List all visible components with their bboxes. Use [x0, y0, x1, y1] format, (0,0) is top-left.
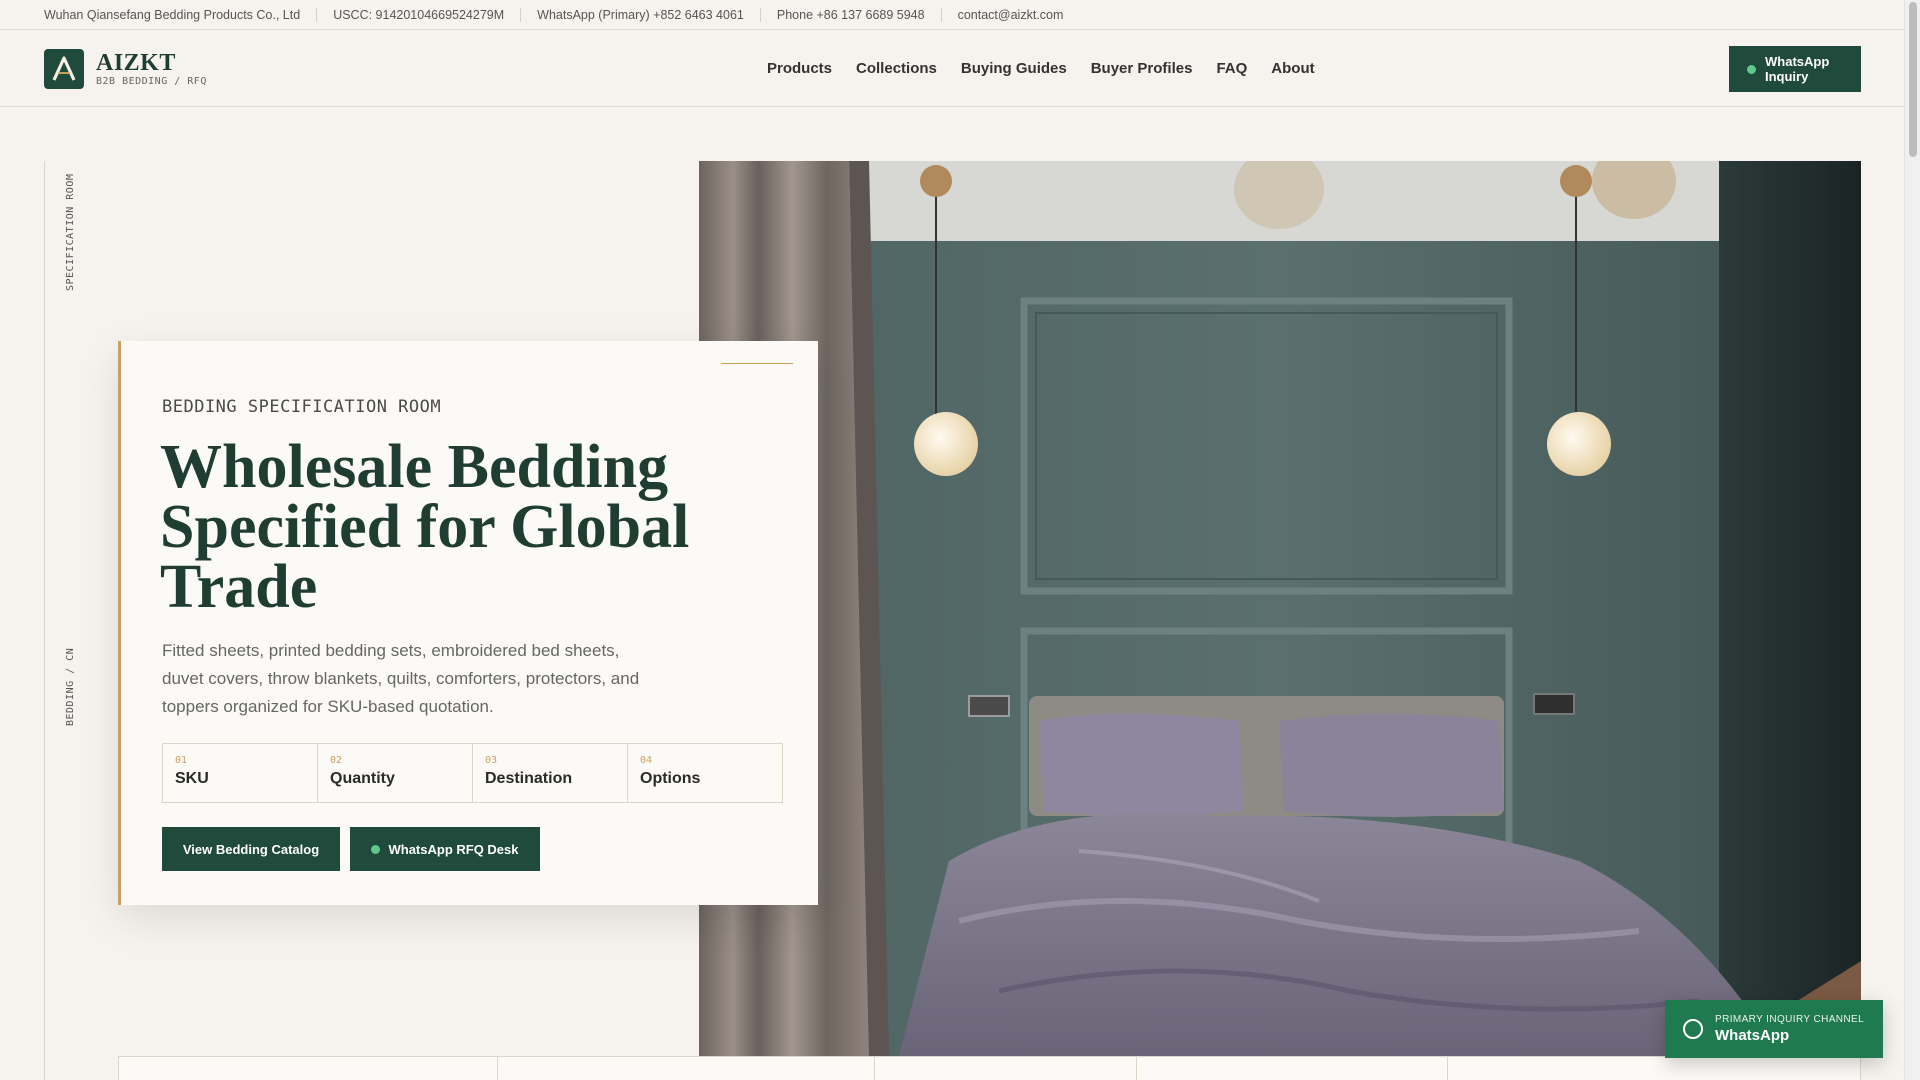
nav-products[interactable]: Products	[767, 60, 832, 77]
step-number: 03	[485, 755, 498, 766]
whatsapp-inquiry-label: WhatsApp Inquiry	[1765, 54, 1830, 84]
logo-icon[interactable]	[44, 49, 84, 89]
whatsapp-rfq-label: WhatsApp RFQ Desk	[388, 841, 519, 857]
step-label: Destination	[485, 770, 573, 787]
hero-bedroom-image	[699, 161, 1861, 1056]
whatsapp-inquiry-button[interactable]: WhatsApp Inquiry	[1729, 46, 1861, 92]
step-sku: 01 SKU	[163, 744, 317, 802]
brand-tagline: B2B BEDDING / RFQ	[96, 76, 207, 87]
step-destination: 03 Destination	[472, 744, 627, 802]
card-accent-line	[721, 363, 793, 364]
rfq-steps: 01 SKU 02 Quantity 03 Destination 04 Opt…	[162, 743, 783, 803]
left-rail-line	[44, 161, 45, 1080]
site-header: AIZKT B2B BEDDING / RFQ Products Collect…	[0, 30, 1904, 107]
nav-collections[interactable]: Collections	[856, 60, 937, 77]
whatsapp-contact[interactable]: WhatsApp (Primary) +852 6463 4061	[520, 7, 760, 22]
floating-channel-name: WhatsApp	[1715, 1027, 1790, 1044]
strip-cell	[119, 1057, 497, 1080]
page-scrollbar[interactable]	[1904, 0, 1920, 1080]
rail-label-bottom: BEDDING / CN	[65, 647, 76, 726]
hero-card: BEDDING SPECIFICATION ROOM Wholesale Bed…	[118, 341, 818, 905]
brand-name[interactable]: AIZKT	[96, 50, 176, 77]
step-label: SKU	[175, 770, 209, 787]
strip-cell	[1135, 1057, 1448, 1080]
nav-buyer-profiles[interactable]: Buyer Profiles	[1091, 60, 1193, 77]
online-status-icon	[1747, 64, 1756, 74]
nav-faq[interactable]: FAQ	[1216, 60, 1247, 77]
email-contact[interactable]: contact@aizkt.com	[940, 7, 1080, 22]
floating-whatsapp-button[interactable]: PRIMARY INQUIRY CHANNEL WhatsApp	[1665, 1000, 1883, 1058]
view-catalog-button[interactable]: View Bedding Catalog	[162, 827, 340, 871]
step-label: Quantity	[330, 770, 395, 787]
step-label: Options	[640, 770, 701, 787]
step-options: 04 Options	[627, 744, 782, 802]
company-name: Wuhan Qiansefang Bedding Products Co., L…	[44, 7, 301, 22]
scrollbar-thumb[interactable]	[1909, 2, 1917, 157]
nav-about[interactable]: About	[1271, 60, 1314, 77]
step-number: 01	[175, 755, 188, 766]
hero-lead: Fitted sheets, printed bedding sets, emb…	[162, 641, 640, 716]
whatsapp-rfq-button[interactable]: WhatsApp RFQ Desk	[350, 827, 540, 871]
strip-cell	[874, 1057, 1136, 1080]
whatsapp-icon	[1683, 1019, 1703, 1039]
hero-headline: Wholesale Bedding Specified for Global T…	[160, 433, 690, 621]
step-number: 04	[640, 755, 653, 766]
main-nav: Products Collections Buying Guides Buyer…	[767, 30, 1315, 107]
uscc-code: USCC: 91420104669524279M	[316, 7, 520, 22]
step-number: 02	[330, 755, 343, 766]
top-info-bar: Wuhan Qiansefang Bedding Products Co., L…	[0, 0, 1904, 30]
strip-cell	[1447, 1057, 1860, 1080]
step-quantity: 02 Quantity	[317, 744, 472, 802]
nav-buying-guides[interactable]: Buying Guides	[961, 60, 1067, 77]
strip-cell	[496, 1057, 875, 1080]
hero-eyebrow: BEDDING SPECIFICATION ROOM	[162, 397, 442, 417]
rail-label-top: SPECIFICATION ROOM	[65, 173, 76, 291]
floating-channel-caption: PRIMARY INQUIRY CHANNEL	[1715, 1014, 1865, 1025]
phone-contact[interactable]: Phone +86 137 6689 5948	[759, 7, 941, 22]
next-section-strip	[118, 1056, 1861, 1080]
online-status-icon	[371, 844, 381, 854]
